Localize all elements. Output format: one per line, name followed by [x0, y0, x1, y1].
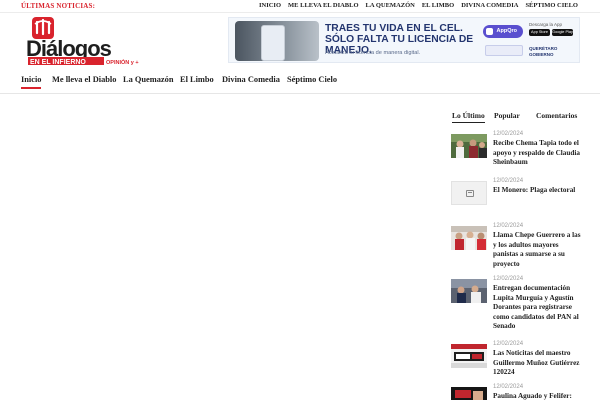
post-title[interactable]: El Monero: Plaga electoral	[493, 186, 581, 196]
gov-logo: QUERÉTARO GOBIERNO	[529, 46, 558, 57]
post-thumbnail[interactable]	[451, 134, 487, 158]
post-thumbnail[interactable]	[451, 181, 487, 205]
top-nav-septimo-cielo[interactable]: SÉPTIMO CIELO	[525, 2, 578, 9]
nav-el-limbo[interactable]: El Limbo	[180, 75, 214, 84]
nav-inicio[interactable]: Inicio	[21, 75, 42, 89]
post-thumbnail[interactable]	[451, 226, 487, 250]
tab-lo-ultimo[interactable]: Lo Último	[452, 111, 485, 123]
post-date: 12/02/2024	[493, 131, 524, 137]
post-title[interactable]: Recibe Chema Tapia todo el apoyo y respa…	[493, 139, 581, 168]
site-logo[interactable]: Diálogos EN EL INFIERNO OPINIÓN y +	[24, 16, 140, 68]
main-nav: Inicio Me lleva el Diablo La Quemazón El…	[0, 70, 600, 94]
appqro-badge: AppQro	[483, 25, 523, 38]
download-label: Descarga la App	[529, 22, 563, 27]
ad-banner[interactable]: TRAES TU VIDA EN EL CEL. SÓLO FALTA TU L…	[228, 17, 580, 63]
post-title[interactable]: Llama Chepe Guerrero a las y los adultos…	[493, 231, 581, 269]
post-title[interactable]: Paulina Aguado y Felifer:	[493, 392, 581, 400]
app-icon	[486, 28, 493, 35]
post-thumbnail[interactable]	[451, 387, 487, 400]
top-nav: INICIO ME LLEVA EL DIABLO LA QUEMAZÓN EL…	[259, 2, 578, 9]
post-thumbnail[interactable]	[451, 279, 487, 303]
top-nav-inicio[interactable]: INICIO	[259, 2, 281, 9]
ad-phone-image	[235, 21, 319, 61]
tab-comentarios[interactable]: Comentarios	[536, 111, 577, 120]
top-nav-la-quemazon[interactable]: LA QUEMAZÓN	[366, 2, 415, 9]
post-title[interactable]: Entregan documentación Lupita Murguía y …	[493, 284, 581, 332]
logo-tagline: OPINIÓN y +	[106, 58, 139, 66]
logo-graphic: Diálogos EN EL INFIERNO OPINIÓN y +	[26, 17, 139, 66]
sidebar-tabs: Lo Último Popular Comentarios	[451, 111, 579, 125]
google-play-badge[interactable]: Google Play	[552, 29, 573, 36]
appqro-label: AppQro	[496, 28, 517, 34]
ad-subtext: Actualiza tu licencia de manera digital.	[325, 50, 421, 56]
post-date: 12/02/2024	[493, 178, 524, 184]
app-store-badge[interactable]: App Store	[529, 29, 550, 36]
post-date: 12/02/2024	[493, 384, 524, 390]
post-thumbnail[interactable]	[451, 344, 487, 368]
qr-chip	[485, 45, 523, 56]
nav-septimo-cielo[interactable]: Séptimo Cielo	[287, 75, 337, 84]
post-date: 12/02/2024	[493, 276, 524, 282]
top-nav-divina-comedia[interactable]: DIVINA COMEDIA	[461, 2, 518, 9]
post-date: 12/02/2024	[493, 341, 524, 347]
nav-la-quemazon[interactable]: La Quemazón	[123, 75, 173, 84]
top-bar: ÚLTIMAS NOTICIAS: INICIO ME LLEVA EL DIA…	[0, 0, 600, 13]
nav-divina-comedia[interactable]: Divina Comedia	[222, 75, 280, 84]
top-nav-el-limbo[interactable]: EL LIMBO	[422, 2, 454, 9]
post-title[interactable]: Las Noticitas del maestro Guillermo Muño…	[493, 349, 581, 378]
image-placeholder-icon	[466, 190, 474, 197]
tab-popular[interactable]: Popular	[494, 111, 520, 120]
nav-me-lleva-el-diablo[interactable]: Me lleva el Diablo	[52, 75, 116, 84]
logo-subline: EN EL INFIERNO	[30, 59, 86, 66]
post-date: 12/02/2024	[493, 223, 524, 229]
top-nav-me-lleva-el-diablo[interactable]: ME LLEVA EL DIABLO	[288, 2, 359, 9]
ticker-label: ÚLTIMAS NOTICIAS:	[21, 2, 96, 10]
